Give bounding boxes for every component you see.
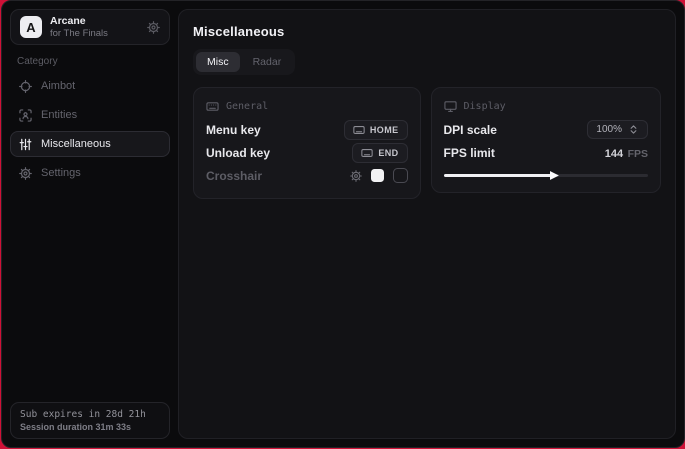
keyboard-icon [353,124,365,136]
crosshair-settings-gear-icon[interactable] [350,170,362,182]
dpi-scale-label: DPI scale [444,123,497,137]
main-panel: Miscellaneous Misc Radar General [178,9,676,439]
app-window: A Arcane for The Finals Category [1,0,685,448]
chevrons-up-down-icon [628,124,639,135]
menu-key-row: Menu key HOME [206,118,408,141]
fps-limit-slider[interactable] [444,170,648,181]
app-title: Arcane [50,15,108,28]
gear-icon [19,167,32,180]
menu-key-label: Menu key [206,123,261,137]
crosshair-controls [350,168,408,183]
gear-icon[interactable] [147,21,160,34]
sidebar-nav: Aimbot Entities Miscella [10,73,170,186]
tab-misc[interactable]: Misc [196,52,240,72]
fps-limit-row: FPS limit 144 FPS [444,141,648,164]
fps-number: 144 [605,148,623,160]
sidebar-item-label: Aimbot [41,80,75,92]
menu-key-value: HOME [370,125,399,135]
display-card-header: Display [444,100,648,113]
page-title: Miscellaneous [193,24,661,39]
app-logo: A [20,16,42,38]
display-card: Display DPI scale 100% FPS limit [431,87,661,193]
general-card-title: General [226,101,268,112]
category-label: Category [17,56,58,67]
crosshair-color-swatch[interactable] [371,169,384,182]
settings-cards: General Menu key HOME Unload key [193,87,661,199]
sidebar-item-label: Entities [41,109,77,121]
general-card: General Menu key HOME Unload key [193,87,421,199]
app-header-card: A Arcane for The Finals [10,9,170,45]
sidebar-item-label: Miscellaneous [41,138,111,150]
dpi-scale-value: 100% [596,124,622,135]
unload-key-bind-button[interactable]: END [352,143,407,163]
crosshair-icon [19,80,32,93]
session-duration-text: Session duration 31m 33s [20,422,160,432]
fps-unit: FPS [628,148,648,160]
crosshair-row: Crosshair [206,164,408,187]
sidebar-item-aimbot[interactable]: Aimbot [10,73,170,99]
dpi-scale-row: DPI scale 100% [444,118,648,141]
dpi-scale-select[interactable]: 100% [587,120,648,139]
sidebar-item-miscellaneous[interactable]: Miscellaneous [10,131,170,157]
fps-limit-label: FPS limit [444,146,495,160]
menu-key-bind-button[interactable]: HOME [344,120,408,140]
sidebar-item-settings[interactable]: Settings [10,160,170,186]
app-subtitle: for The Finals [50,28,108,39]
subscription-footer-card: Sub expires in 28d 21h Session duration … [10,402,170,439]
unload-key-label: Unload key [206,146,270,160]
general-card-header: General [206,100,408,113]
sidebar-item-label: Settings [41,167,81,179]
slider-thumb[interactable] [550,171,559,180]
display-card-title: Display [464,101,506,112]
entities-scan-icon [19,109,32,122]
sidebar-item-entities[interactable]: Entities [10,102,170,128]
tab-radar[interactable]: Radar [242,52,293,72]
sidebar: A Arcane for The Finals Category [2,1,177,447]
sub-expires-text: Sub expires in 28d 21h [20,409,160,420]
keyboard-icon [361,147,373,159]
unload-key-value: END [378,148,398,158]
unload-key-row: Unload key END [206,141,408,164]
monitor-icon [444,100,457,113]
crosshair-label: Crosshair [206,169,262,183]
app-header-titles: Arcane for The Finals [50,15,108,39]
sliders-icon [19,138,32,151]
fps-limit-value: 144 FPS [605,144,648,162]
tab-bar: Misc Radar [193,49,295,75]
crosshair-enabled-checkbox[interactable] [393,168,408,183]
fps-slider-fill [444,174,552,177]
keyboard-icon [206,100,219,113]
